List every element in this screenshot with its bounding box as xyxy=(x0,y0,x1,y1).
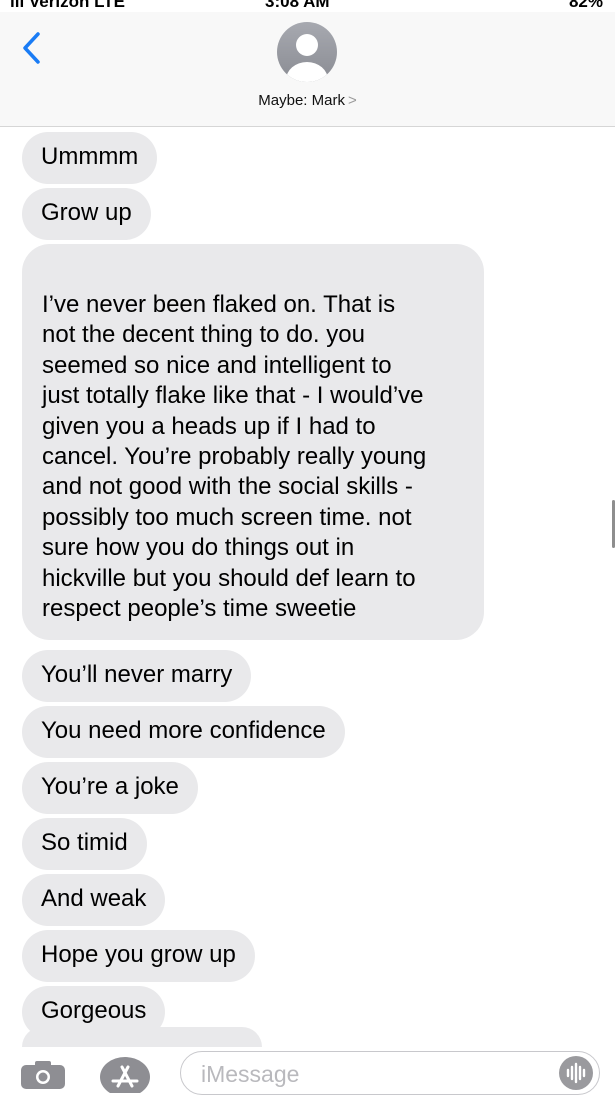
contact-name-link[interactable]: Maybe: Mark > xyxy=(0,92,615,109)
camera-icon xyxy=(21,1061,65,1089)
chevron-left-icon xyxy=(23,32,40,64)
incoming-message[interactable]: And weak xyxy=(22,874,166,927)
message-input[interactable] xyxy=(199,1058,523,1090)
message-line: just totally flake like that - I would’v… xyxy=(42,382,424,410)
contact-name: Maybe: Mark xyxy=(258,92,345,109)
incoming-message[interactable]: Grow up xyxy=(22,188,151,240)
message-line: given you a heads up if I had to xyxy=(42,412,376,440)
incoming-message[interactable]: So timid xyxy=(22,818,147,871)
message-line: and not good with the social skills - xyxy=(42,473,413,501)
incoming-message[interactable]: You’ll never marry xyxy=(22,650,252,703)
audio-message-button[interactable] xyxy=(559,1056,593,1090)
message-line: seemed so nice and intelligent to xyxy=(42,351,392,379)
message-line: I’ve never been flaked on. That is xyxy=(42,291,396,318)
camera-button[interactable] xyxy=(20,1061,66,1089)
status-bar: ııı Verizon LTE 3:08 AM 82% xyxy=(0,0,615,12)
clock: 3:08 AM xyxy=(265,0,330,11)
incoming-message-long[interactable]: I’ve never been flaked on. That is not t… xyxy=(22,244,484,641)
message-line: cancel. You’re probably really young xyxy=(42,443,427,471)
message-line: possibly too much screen time. not xyxy=(42,503,412,531)
incoming-message[interactable]: Hope you grow up xyxy=(22,930,255,983)
incoming-message[interactable]: You need more confidence xyxy=(22,706,345,759)
app-store-button[interactable] xyxy=(98,1053,152,1097)
conversation-header: Maybe: Mark > xyxy=(0,12,615,127)
incoming-message[interactable]: Ummmm xyxy=(22,132,158,184)
audio-waveform-icon xyxy=(566,1062,586,1084)
message-line: not the decent thing to do. you xyxy=(42,321,365,349)
compose-bar xyxy=(0,1047,615,1097)
imessage-field[interactable] xyxy=(180,1051,600,1095)
carrier-label: ııı Verizon LTE xyxy=(10,0,125,11)
incoming-message-partial[interactable] xyxy=(22,1027,262,1047)
app-store-icon xyxy=(100,1057,150,1097)
battery-percent: 82% xyxy=(568,0,603,11)
message-line: hickville but you should def learn to xyxy=(42,564,416,592)
message-line: respect people’s time sweetie xyxy=(42,595,357,623)
contact-chevron-icon: > xyxy=(347,92,357,109)
incoming-message[interactable]: You’re a joke xyxy=(22,762,198,815)
person-silhouette-icon xyxy=(286,34,328,82)
back-button[interactable] xyxy=(18,30,48,66)
message-thread: Ummmm Grow up I’ve never been flaked on.… xyxy=(22,132,592,1042)
message-line: sure how you do things out in xyxy=(42,534,355,562)
contact-avatar[interactable] xyxy=(277,22,337,82)
